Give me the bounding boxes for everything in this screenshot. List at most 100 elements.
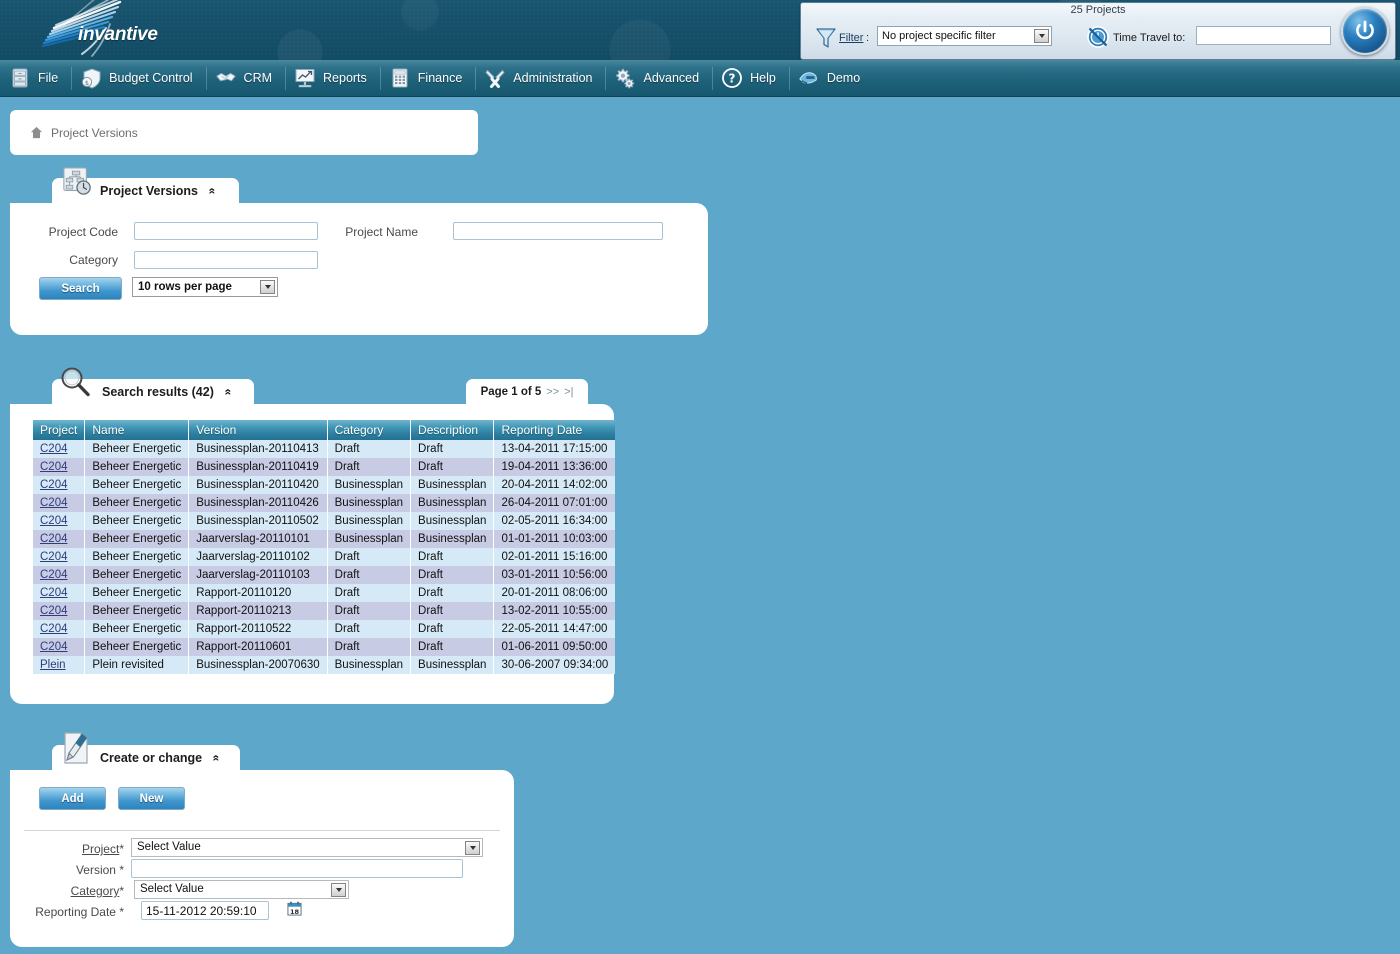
search-results-panel-tab[interactable]: Search results (42) « <box>52 379 254 405</box>
collapse-chevron-icon[interactable]: « <box>206 188 218 195</box>
project-link[interactable]: C204 <box>40 443 68 455</box>
project-field-link[interactable]: Project <box>82 842 119 856</box>
menu-item-file[interactable]: File <box>0 60 71 97</box>
project-name-input[interactable] <box>453 222 663 240</box>
column-header-reporting-date[interactable]: Reporting Date <box>494 420 615 440</box>
project-link[interactable]: C204 <box>40 515 68 527</box>
search-results-panel-title: Search results (42) <box>102 385 214 399</box>
reporting-date-text: Reporting Date <box>35 905 116 919</box>
menu-item-demo[interactable]: Demo <box>789 60 873 97</box>
logo-text: invantive <box>78 24 158 46</box>
chevron-down-icon[interactable] <box>331 883 346 897</box>
cell-category: Businessplan <box>327 656 410 674</box>
project-versions-table: Project Name Version Category Descriptio… <box>33 420 615 674</box>
project-versions-panel-tab[interactable]: Project Versions « <box>52 178 239 204</box>
next-page-button[interactable]: >> <box>546 386 559 398</box>
add-button[interactable]: Add <box>39 787 106 810</box>
collapse-chevron-icon[interactable]: « <box>210 755 222 762</box>
project-link[interactable]: C204 <box>40 497 68 509</box>
cell-project-link[interactable]: C204 <box>33 620 85 638</box>
column-header-description[interactable]: Description <box>411 420 494 440</box>
table-row[interactable]: C204Beheer EnergeticRapport-20110120Draf… <box>33 584 615 602</box>
table-row[interactable]: C204Beheer EnergeticRapport-20110522Draf… <box>33 620 615 638</box>
table-row[interactable]: C204Beheer EnergeticJaarverslag-20110103… <box>33 566 615 584</box>
cell-project-link[interactable]: C204 <box>33 512 85 530</box>
cell-project-link[interactable]: C204 <box>33 602 85 620</box>
project-select[interactable]: Select Value <box>131 838 483 857</box>
table-row[interactable]: C204Beheer EnergeticRapport-20110601Draf… <box>33 638 615 656</box>
project-link[interactable]: C204 <box>40 461 68 473</box>
project-link[interactable]: C204 <box>40 533 68 545</box>
menu-label-finance: Finance <box>418 71 462 85</box>
category-select[interactable]: Select Value <box>134 880 349 899</box>
chevron-down-icon[interactable] <box>260 280 275 294</box>
table-header-row: Project Name Version Category Descriptio… <box>33 420 615 440</box>
project-link[interactable]: C204 <box>40 479 68 491</box>
table-row[interactable]: C204Beheer EnergeticJaarverslag-20110102… <box>33 548 615 566</box>
project-link[interactable]: C204 <box>40 587 68 599</box>
reporting-date-input[interactable] <box>141 901 269 920</box>
cell-project-link[interactable]: C204 <box>33 638 85 656</box>
table-row[interactable]: C204Beheer EnergeticJaarverslag-20110101… <box>33 530 615 548</box>
menu-item-advanced[interactable]: Advanced <box>605 60 712 97</box>
project-link[interactable]: Plein <box>40 659 66 671</box>
collapse-chevron-icon[interactable]: « <box>222 389 234 396</box>
table-row[interactable]: C204Beheer EnergeticBusinessplan-2011050… <box>33 512 615 530</box>
column-header-category[interactable]: Category <box>327 420 410 440</box>
project-link[interactable]: C204 <box>40 569 68 581</box>
column-header-version[interactable]: Version <box>189 420 327 440</box>
last-page-button[interactable]: >| <box>564 386 573 398</box>
cell-project-link[interactable]: C204 <box>33 494 85 512</box>
menu-item-help[interactable]: ? Help <box>712 60 789 97</box>
cell-name: Beheer Energetic <box>85 476 189 494</box>
cell-project-link[interactable]: Plein <box>33 656 85 674</box>
cell-project-link[interactable]: C204 <box>33 548 85 566</box>
table-row[interactable]: C204Beheer EnergeticBusinessplan-2011041… <box>33 440 615 458</box>
project-select-value: Select Value <box>137 841 201 853</box>
column-header-name[interactable]: Name <box>85 420 189 440</box>
menu-item-crm[interactable]: CRM <box>206 60 285 97</box>
table-row[interactable]: C204Beheer EnergeticBusinessplan-2011042… <box>33 494 615 512</box>
table-row[interactable]: C204Beheer EnergeticBusinessplan-2011042… <box>33 476 615 494</box>
cell-version: Businessplan-20070630 <box>189 656 327 674</box>
home-icon[interactable] <box>30 126 43 139</box>
project-versions-icon <box>62 166 92 196</box>
cell-project-link[interactable]: C204 <box>33 530 85 548</box>
cell-project-link[interactable]: C204 <box>33 440 85 458</box>
cell-project-link[interactable]: C204 <box>33 566 85 584</box>
cell-project-link[interactable]: C204 <box>33 458 85 476</box>
create-or-change-panel-tab[interactable]: Create or change « <box>52 745 240 771</box>
version-input[interactable] <box>131 859 463 878</box>
menu-item-administration[interactable]: Administration <box>475 60 605 97</box>
calendar-icon[interactable]: 18 <box>287 901 302 916</box>
cell-project-link[interactable]: C204 <box>33 476 85 494</box>
rows-per-page-select[interactable]: 10 rows per page <box>132 277 278 297</box>
project-link[interactable]: C204 <box>40 623 68 635</box>
project-link[interactable]: C204 <box>40 605 68 617</box>
filter-link[interactable]: Filter <box>839 32 863 44</box>
menu-label-advanced: Advanced <box>643 71 699 85</box>
cell-project-link[interactable]: C204 <box>33 584 85 602</box>
time-travel-clock-icon <box>1086 25 1110 49</box>
project-link[interactable]: C204 <box>40 641 68 653</box>
logoff-power-button[interactable] <box>1341 7 1389 55</box>
table-row[interactable]: C204Beheer EnergeticRapport-20110213Draf… <box>33 602 615 620</box>
new-button[interactable]: New <box>118 787 185 810</box>
menu-item-finance[interactable]: Finance <box>380 60 475 97</box>
project-filter-select[interactable]: No project specific filter <box>877 26 1052 46</box>
menu-item-reports[interactable]: Reports <box>285 60 380 97</box>
category-field-link[interactable]: Category <box>71 884 120 898</box>
project-code-input[interactable] <box>134 222 318 240</box>
project-link[interactable]: C204 <box>40 551 68 563</box>
chevron-down-icon[interactable] <box>1034 29 1049 43</box>
table-row[interactable]: PleinPlein revisitedBusinessplan-2007063… <box>33 656 615 674</box>
breadcrumb-current-page[interactable]: Project Versions <box>51 126 138 140</box>
table-row[interactable]: C204Beheer EnergeticBusinessplan-2011041… <box>33 458 615 476</box>
column-header-project[interactable]: Project <box>33 420 85 440</box>
app-logo[interactable]: invantive <box>20 0 190 60</box>
search-button[interactable]: Search <box>39 277 122 300</box>
time-travel-input[interactable] <box>1196 26 1331 45</box>
category-input[interactable] <box>134 251 318 269</box>
chevron-down-icon[interactable] <box>465 841 480 855</box>
menu-item-budget-control[interactable]: $ Budget Control <box>71 60 205 97</box>
